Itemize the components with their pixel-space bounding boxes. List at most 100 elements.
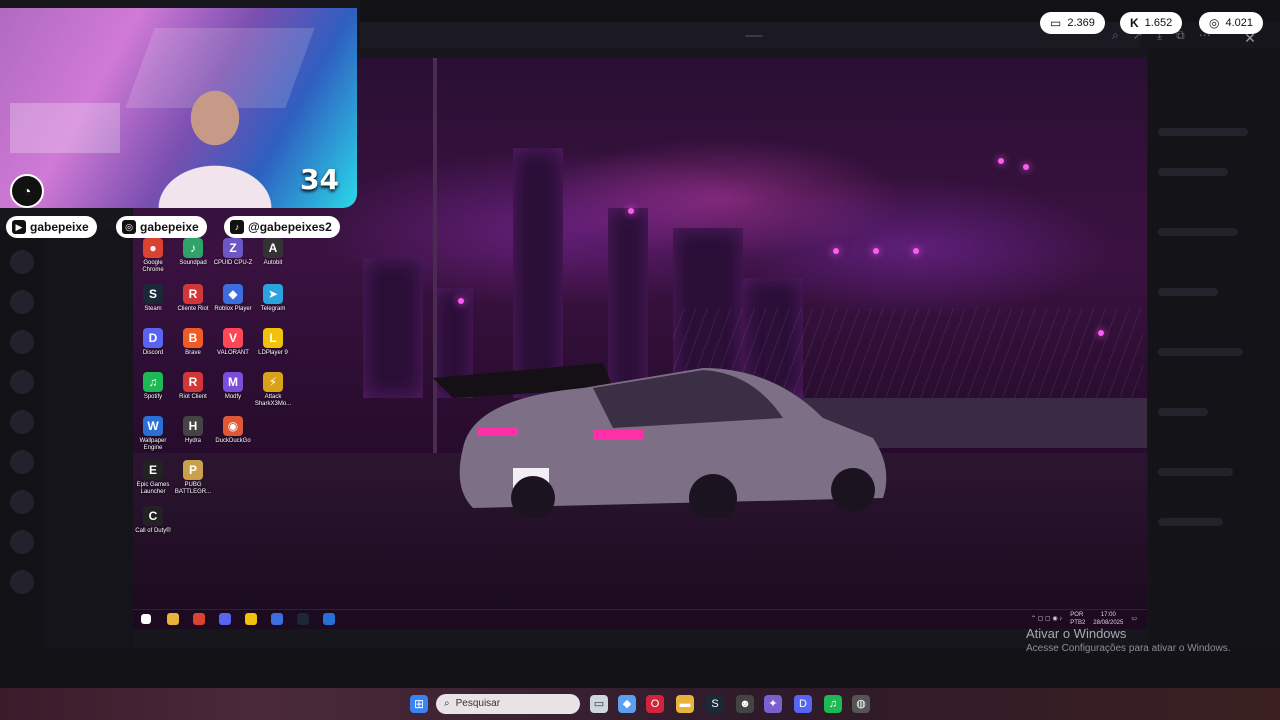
desktop-icon-label: CPUID CPU-Z [213, 260, 253, 266]
desktop-icon[interactable]: B Brave [173, 328, 213, 357]
tiktok-handle: ♪ @gabepeixes2 [224, 216, 340, 238]
windows-start-icon[interactable]: ⊞ [410, 695, 428, 713]
activation-title: Ativar o Windows [1026, 626, 1127, 641]
app-icon: V [223, 328, 243, 348]
app-icon[interactable]: ✦ [764, 695, 782, 713]
desktop-icon-label: Discord [142, 350, 164, 356]
desktop-icon-label: Soundpad [179, 260, 207, 266]
roblox-icon[interactable] [271, 613, 283, 625]
wallpaper-engine-icon[interactable] [323, 613, 335, 625]
desktop-icon[interactable]: ♪ Soundpad [173, 238, 213, 267]
copilot-icon[interactable]: ◆ [618, 695, 636, 713]
desktop-icon[interactable]: M Modfy [213, 372, 253, 401]
app-icon: H [183, 416, 203, 436]
desktop-icon-label: Epic Games Launcher [136, 482, 170, 495]
tray-icons[interactable]: ⌃ ▢ ▢ ◉ ♪ [1031, 615, 1062, 623]
chrome-icon[interactable] [193, 613, 205, 625]
banner-button[interactable] [745, 35, 763, 37]
task-view-icon[interactable]: ▭ [590, 695, 608, 713]
app-icon: ♫ [143, 372, 163, 392]
ldplayer-icon[interactable] [245, 613, 257, 625]
discord-icon[interactable]: D [794, 695, 812, 713]
desktop-icon[interactable]: V VALORANT [213, 328, 253, 357]
desktop-icon[interactable]: C Call of Duty® [133, 506, 173, 535]
desktop-icon-label: Modfy [224, 394, 242, 400]
zoom-icon[interactable]: ⌕ [1112, 28, 1119, 43]
spotify-icon[interactable]: ♫ [824, 695, 842, 713]
discord-icon[interactable] [219, 613, 231, 625]
server-icon[interactable] [10, 290, 34, 314]
desktop-icon[interactable]: R Riot Client [173, 372, 213, 401]
desktop-icon[interactable]: ➤ Telegram [253, 284, 293, 313]
app-icon: Z [223, 238, 243, 258]
desktop-icon[interactable]: H Hydra [173, 416, 213, 445]
server-icon[interactable] [10, 250, 34, 274]
jersey-number: 34 [300, 163, 339, 196]
desktop-icon[interactable]: P PUBG BATTLEGR... [173, 460, 213, 496]
app-icon: B [183, 328, 203, 348]
server-icon[interactable] [10, 410, 34, 434]
desktop-icon-label: Attack SharkX3Mo... [254, 394, 292, 407]
server-icon[interactable] [10, 490, 34, 514]
system-tray: ⌃ ▢ ▢ ◉ ♪ POR PTB2 17:00 28/08/2025 ▭ [1031, 611, 1137, 627]
server-icon[interactable] [10, 450, 34, 474]
instagram-icon: ◎ [122, 220, 136, 234]
search-placeholder: Pesquisar [455, 698, 501, 709]
desktop-icon[interactable]: D Discord [133, 328, 173, 357]
language-indicator[interactable]: POR PTB2 [1070, 611, 1085, 627]
desktop-icon-label: Telegram [260, 306, 286, 312]
app-icon[interactable]: ◍ [852, 695, 870, 713]
desktop-icon-label: Hydra [184, 438, 201, 444]
start-icon[interactable] [141, 614, 151, 624]
desktop-icon[interactable]: ◉ DuckDuckGo [213, 416, 253, 445]
clock-time: 17:00 [1100, 612, 1116, 618]
remote-taskbar: ⌃ ▢ ▢ ◉ ♪ POR PTB2 17:00 28/08/2025 ▭ [133, 609, 1147, 629]
desktop-icon[interactable]: L LDPlayer 9 [253, 328, 293, 357]
total-viewers: ◎ 4.021 [1199, 12, 1264, 34]
server-icon[interactable] [10, 530, 34, 554]
app-icon: L [263, 328, 283, 348]
server-icon[interactable] [10, 370, 34, 394]
desktop-icon[interactable]: S Steam [133, 284, 173, 313]
file-explorer-icon[interactable]: ▬ [676, 695, 694, 713]
desktop-icon[interactable]: ⚡ Attack SharkX3Mo... [253, 372, 293, 408]
viewer-count: 2.369 [1067, 17, 1095, 29]
steam-icon[interactable]: S [706, 695, 724, 713]
desktop-icon[interactable]: E Epic Games Launcher [133, 460, 173, 496]
light [913, 248, 919, 254]
app-icon: C [143, 506, 163, 526]
app-icon: ⚡ [263, 372, 283, 392]
desktop-icon[interactable]: A Autobit [253, 238, 293, 267]
steam-icon[interactable] [297, 613, 309, 625]
youtube-handle: ▶ gabepeixe [6, 216, 97, 238]
desktop-icon-label: LDPlayer 9 [258, 350, 288, 356]
desktop-icon[interactable]: R Cliente Riot [173, 284, 213, 313]
desktop-icon[interactable]: ◆ Roblox Player [213, 284, 253, 313]
clock[interactable]: 17:00 28/08/2025 [1093, 611, 1123, 627]
server-icon[interactable] [10, 330, 34, 354]
light [998, 158, 1004, 164]
opera-icon[interactable]: O [646, 695, 664, 713]
app-icon: W [143, 416, 163, 436]
server-icon[interactable] [10, 570, 34, 594]
desktop-icon-label: DuckDuckGo [215, 438, 251, 444]
desktop-icon-label: Autobit [263, 260, 283, 266]
desktop-icon-label: Wallpaper Engine [139, 438, 167, 451]
desktop-icon[interactable]: ● Google Chrome [133, 238, 173, 274]
desktop-icon[interactable]: W Wallpaper Engine [133, 416, 173, 452]
search-box[interactable]: ⌕ Pesquisar [436, 694, 580, 714]
desktop-icon-label: Google Chrome [142, 260, 164, 273]
app-icon: R [183, 372, 203, 392]
member-list [1148, 48, 1280, 648]
notification-icon[interactable]: ▭ [1131, 615, 1137, 623]
app-icon: ➤ [263, 284, 283, 304]
search-icon: ⌕ [444, 698, 450, 709]
kick-icon: K [1130, 16, 1139, 30]
app-icon[interactable]: ☻ [736, 695, 754, 713]
desktop-icon[interactable]: ♫ Spotify [133, 372, 173, 401]
light [458, 298, 464, 304]
desktop-icon[interactable]: Z CPUID CPU-Z [213, 238, 253, 267]
folder-icon[interactable] [167, 613, 179, 625]
webcam-overlay: 34 ◔ [0, 8, 357, 208]
app-icon: M [223, 372, 243, 392]
